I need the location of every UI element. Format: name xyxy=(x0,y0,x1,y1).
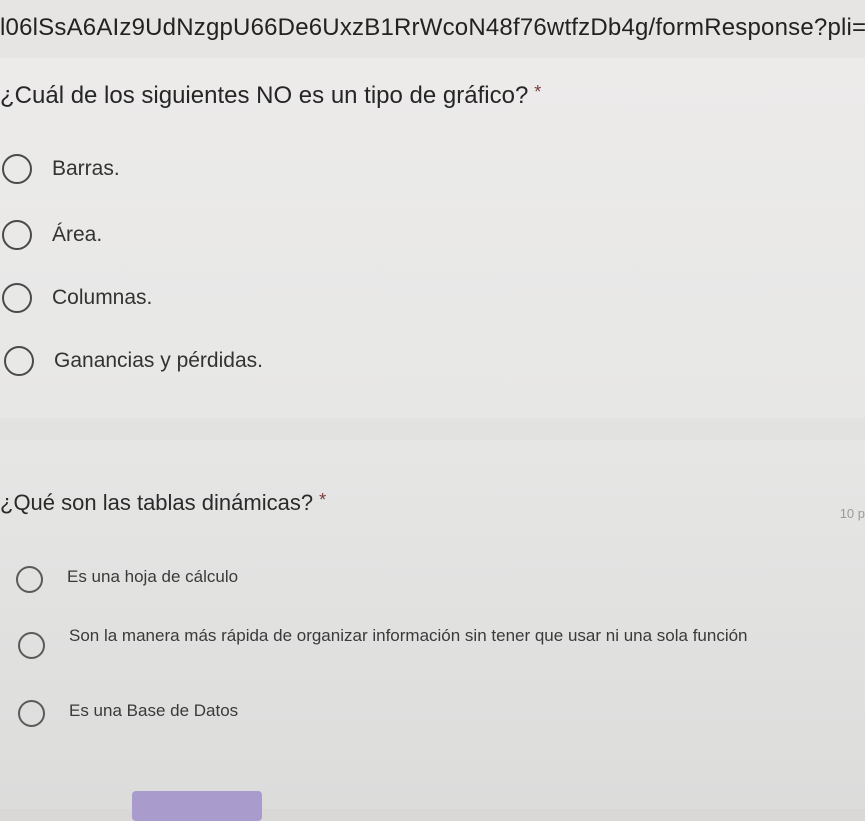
radio-option-hoja-de-calculo[interactable]: Es una hoja de cálculo xyxy=(16,566,238,593)
radio-option-base-de-datos[interactable]: Es una Base de Datos xyxy=(18,700,238,727)
radio-option-ganancias-y-perdidas[interactable]: Ganancias y pérdidas. xyxy=(4,346,263,376)
points-label: 10 p xyxy=(839,506,865,521)
radio-option-manera-rapida[interactable]: Son la manera más rápida de organizar in… xyxy=(18,624,858,659)
option-label: Barras. xyxy=(52,157,120,180)
option-label: Es una Base de Datos xyxy=(69,701,239,720)
option-label: Columnas. xyxy=(52,286,153,309)
required-asterisk: * xyxy=(534,82,542,102)
option-label: Son la manera más rápida de organizar in… xyxy=(69,626,748,645)
radio-option-barras[interactable]: Barras. xyxy=(2,154,120,184)
question-title: ¿Qué son las tablas dinámicas? * xyxy=(0,490,326,516)
option-label: Ganancias y pérdidas. xyxy=(54,349,263,372)
question-card-2: ¿Qué son las tablas dinámicas? * 10 p Es … xyxy=(0,440,865,809)
radio-button[interactable] xyxy=(2,283,32,313)
radio-button[interactable] xyxy=(2,154,32,184)
radio-button[interactable] xyxy=(18,700,45,727)
required-asterisk: * xyxy=(319,490,327,510)
radio-button[interactable] xyxy=(18,632,45,659)
submit-button[interactable] xyxy=(132,791,262,821)
option-label: Es una hoja de cálculo xyxy=(67,567,239,586)
question-text: ¿Qué son las tablas dinámicas? xyxy=(0,490,314,515)
url-text: l06lSsA6AIz9UdNzgpU66De6UxzB1RrWcoN48f76… xyxy=(0,14,865,41)
radio-option-area[interactable]: Área. xyxy=(2,220,102,250)
radio-button[interactable] xyxy=(2,220,32,250)
question-title: ¿Cuál de los siguientes NO es un tipo de… xyxy=(0,82,541,110)
address-bar[interactable]: l06lSsA6AIz9UdNzgpU66De6UxzB1RrWcoN48f76… xyxy=(0,0,865,59)
radio-option-columnas[interactable]: Columnas. xyxy=(2,283,152,313)
radio-button[interactable] xyxy=(16,566,43,593)
option-label: Área. xyxy=(52,223,103,246)
question-text: ¿Cuál de los siguientes NO es un tipo de… xyxy=(0,82,529,109)
question-card-1: ¿Cuál de los siguientes NO es un tipo de… xyxy=(0,58,865,418)
radio-button[interactable] xyxy=(4,346,34,376)
